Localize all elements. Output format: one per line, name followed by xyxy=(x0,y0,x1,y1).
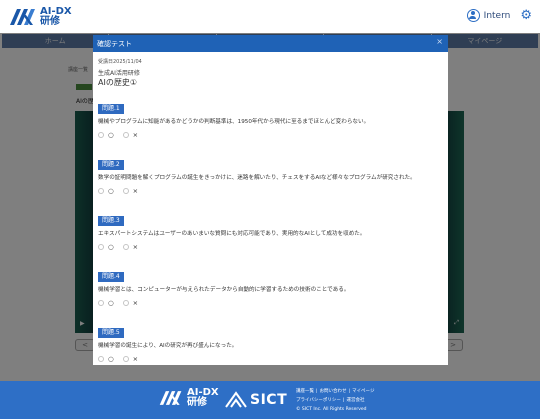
footer-link-separator: | xyxy=(316,389,318,394)
answer-options: ○ × xyxy=(98,187,147,195)
footer-logo-line2: 研修 xyxy=(187,397,207,408)
footer-ai-dx-logo[interactable]: AI-DX 研修 xyxy=(158,388,219,408)
footer-links-row2: プライバシーポリシー | 運営会社 xyxy=(296,396,374,405)
radio-button[interactable] xyxy=(98,356,104,362)
logo-mark-icon xyxy=(10,9,35,25)
sict-mark-icon xyxy=(225,391,247,408)
option-false[interactable]: × xyxy=(122,354,139,363)
gear-icon[interactable]: ⚙ xyxy=(520,9,532,22)
option-true[interactable]: ○ xyxy=(98,244,114,251)
logo-text-line2: 研修 xyxy=(40,16,60,27)
option-false[interactable]: × xyxy=(122,242,139,251)
footer-links-row1: 講座一覧 | お問い合わせ | マイページ xyxy=(296,387,374,396)
option-true[interactable]: ○ xyxy=(98,356,114,363)
option-false[interactable]: × xyxy=(122,130,139,139)
footer-link-company[interactable]: 運営会社 xyxy=(346,398,364,403)
site-header: AI-DX 研修 Intern ⚙ xyxy=(0,0,540,33)
modal-body[interactable]: 受講日2025/11/04 生成AI活用研修 AIの歴史① 問題.1 機械やプロ… xyxy=(93,52,448,365)
radio-button[interactable] xyxy=(98,300,104,306)
ai-dx-logo[interactable]: AI-DX 研修 xyxy=(8,5,72,29)
cross-mark: × xyxy=(132,186,139,195)
footer-link-separator: | xyxy=(342,398,345,403)
radio-button[interactable] xyxy=(122,244,129,250)
radio-button[interactable] xyxy=(122,132,129,138)
footer-links: 講座一覧 | お問い合わせ | マイページ プライバシーポリシー | 運営会社 © SICT… xyxy=(296,387,374,414)
question-label: 問題.4 xyxy=(98,272,124,282)
cross-mark: × xyxy=(132,298,139,307)
question-5: 問題.5 機械学習の誕生により、AIの研究が再び盛んになった。 ○ × xyxy=(98,319,443,362)
footer-link-mypage[interactable]: マイページ xyxy=(352,389,374,394)
answer-options: ○ × xyxy=(98,355,147,363)
circle-mark: ○ xyxy=(108,242,114,251)
radio-button[interactable] xyxy=(98,188,104,194)
user-area: Intern ⚙ xyxy=(466,9,532,22)
cross-mark: × xyxy=(132,242,139,251)
question-2: 問題.2 数学の証明問題を解くプログラムの誕生をきっかけに、迷路を解いたり、チェ… xyxy=(98,151,443,194)
option-true[interactable]: ○ xyxy=(98,132,114,139)
quiz-modal: 確認テスト × 受講日2025/11/04 生成AI活用研修 AIの歴史① 問題… xyxy=(93,35,448,365)
option-true[interactable]: ○ xyxy=(98,188,114,195)
site-footer: AI-DX 研修 SICT 講座一覧 | お問い合わせ | マイページ プライバシーポリ… xyxy=(0,381,540,419)
radio-button[interactable] xyxy=(98,132,104,138)
answer-options: ○ × xyxy=(98,131,147,139)
page: AI-DX 研修 Intern ⚙ ホーム マイページ 講座一覧 AIの歴 ▶ … xyxy=(0,0,540,419)
question-3: 問題.3 エキスパートシステムはユーザーのあいまいな質問にも対応可能であり、実用… xyxy=(98,207,443,250)
option-true[interactable]: ○ xyxy=(98,300,114,307)
question-4: 問題.4 機械学習とは、コンピューターが与えられたデータから自動的に学習するため… xyxy=(98,263,443,306)
question-text: 機械学習とは、コンピューターが与えられたデータから自動的に学習するための技術のこ… xyxy=(98,287,350,293)
user-name[interactable]: Intern xyxy=(484,11,511,21)
sict-logo[interactable]: SICT xyxy=(225,391,287,409)
close-icon[interactable]: × xyxy=(436,38,443,46)
question-label: 問題.1 xyxy=(98,104,124,114)
option-false[interactable]: × xyxy=(122,186,139,195)
footer-link-contact[interactable]: お問い合わせ xyxy=(320,389,347,394)
footer-link-separator: | xyxy=(348,389,351,394)
modal-header: 確認テスト × xyxy=(93,35,448,52)
radio-button[interactable] xyxy=(122,356,129,362)
user-icon[interactable] xyxy=(466,9,480,22)
modal-title: 確認テスト xyxy=(97,40,132,48)
radio-button[interactable] xyxy=(98,244,104,250)
question-text: 機械学習の誕生により、AIの研究が再び盛んになった。 xyxy=(98,343,238,349)
cross-mark: × xyxy=(132,130,139,139)
question-1: 問題.1 機械やプログラムに知能があるかどうかの判断基準は、1950年代から現代… xyxy=(98,95,443,138)
cross-mark: × xyxy=(132,354,139,363)
footer-link-privacy[interactable]: プライバシーポリシー xyxy=(296,398,341,403)
option-false[interactable]: × xyxy=(122,298,139,307)
question-text: 数学の証明問題を解くプログラムの誕生をきっかけに、迷路を解いたり、チェスをするA… xyxy=(98,175,416,181)
sict-logo-text: SICT xyxy=(250,392,288,408)
answer-options: ○ × xyxy=(98,299,147,307)
circle-mark: ○ xyxy=(108,186,114,195)
question-text: 機械やプログラムに知能があるかどうかの判断基準は、1950年代から現代に至るまで… xyxy=(98,119,370,125)
lesson-name: AIの歴史① xyxy=(98,78,138,87)
answer-options: ○ × xyxy=(98,243,147,251)
attendance-date: 受講日2025/11/04 xyxy=(98,59,142,65)
radio-button[interactable] xyxy=(122,188,129,194)
question-text: エキスパートシステムはユーザーのあいまいな質問にも対応可能であり、実用的なAIと… xyxy=(98,231,366,237)
radio-button[interactable] xyxy=(122,300,129,306)
footer-logo-mark-icon xyxy=(159,391,182,405)
circle-mark: ○ xyxy=(108,130,114,139)
footer-link-courses[interactable]: 講座一覧 xyxy=(296,389,314,394)
course-name: 生成AI活用研修 xyxy=(98,70,140,77)
circle-mark: ○ xyxy=(108,354,114,363)
circle-mark: ○ xyxy=(108,298,114,307)
question-label: 問題.5 xyxy=(98,328,124,338)
footer-copyright: © SICT Inc. All Rights Reserved xyxy=(296,407,367,412)
question-label: 問題.2 xyxy=(98,160,124,170)
question-label: 問題.3 xyxy=(98,216,124,226)
